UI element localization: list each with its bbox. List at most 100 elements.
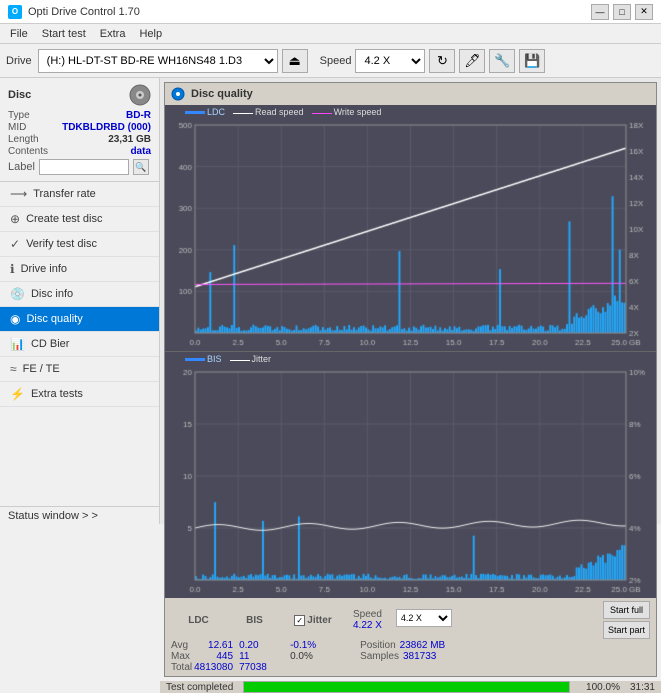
- upper-legend: LDC Read speed Write speed: [185, 107, 381, 117]
- sidebar-item-disc-quality[interactable]: ◉ Disc quality: [0, 307, 159, 332]
- toolbar: Drive (H:) HL-DT-ST BD-RE WH16NS48 1.D3 …: [0, 44, 661, 78]
- bis-max: 11: [239, 651, 284, 662]
- extra-tests-icon: ⚡: [10, 387, 25, 401]
- sidebar: Disc Type BD-R MID TDKBLDRBD (000) Lengt…: [0, 78, 160, 524]
- drive-select[interactable]: (H:) HL-DT-ST BD-RE WH16NS48 1.D3: [38, 49, 278, 73]
- jitter-max: 0.0%: [290, 651, 350, 662]
- status-window-label: Status window > >: [8, 510, 98, 522]
- disc-info-label: Disc info: [31, 288, 73, 300]
- ldc-header: LDC: [188, 615, 209, 626]
- eject-button[interactable]: ⏏: [282, 49, 308, 73]
- disc-panel: Disc Type BD-R MID TDKBLDRBD (000) Lengt…: [0, 78, 159, 182]
- sidebar-item-verify-test-disc[interactable]: ✓ Verify test disc: [0, 232, 159, 257]
- refresh-button[interactable]: ↻: [429, 49, 455, 73]
- extra-tests-label: Extra tests: [31, 388, 83, 400]
- lower-chart: [165, 352, 656, 598]
- status-text: Test completed: [166, 682, 233, 693]
- sidebar-item-transfer-rate[interactable]: ⟶ Transfer rate: [0, 182, 159, 207]
- disc-icon: [129, 84, 151, 106]
- nav-items-container: ⟶ Transfer rate ⊕ Create test disc ✓ Ver…: [0, 182, 159, 407]
- tool1-button[interactable]: 🖊: [459, 49, 485, 73]
- ldc-avg: 12.61: [208, 640, 233, 651]
- dq-header: Disc quality: [165, 83, 656, 105]
- bottom-bar: Test completed 100.0% 31:31: [160, 681, 661, 693]
- bis-total: 77038: [239, 662, 284, 673]
- status-window-button[interactable]: Status window > >: [0, 506, 159, 524]
- transfer-rate-icon: ⟶: [10, 187, 27, 201]
- sidebar-item-extra-tests[interactable]: ⚡ Extra tests: [0, 382, 159, 407]
- label-icon-btn[interactable]: 🔍: [133, 159, 149, 175]
- ldc-total: 4813080: [194, 662, 233, 673]
- verify-test-disc-icon: ✓: [10, 237, 20, 251]
- speed-info-label: Speed: [353, 609, 382, 620]
- create-test-disc-label: Create test disc: [26, 213, 102, 225]
- transfer-rate-label: Transfer rate: [33, 188, 96, 200]
- title-bar: O Opti Drive Control 1.70 — □ ✕: [0, 0, 661, 24]
- menu-help[interactable]: Help: [133, 27, 168, 41]
- length-label: Length: [8, 134, 39, 145]
- speed-info-val: 4.22 X: [353, 620, 382, 631]
- total-label: Total: [171, 662, 192, 673]
- progress-text: 100.0%: [580, 682, 620, 693]
- sidebar-item-cd-bier[interactable]: 📊 CD Bier: [0, 332, 159, 357]
- mid-value: TDKBLDRBD (000): [62, 122, 151, 133]
- save-button[interactable]: 💾: [519, 49, 545, 73]
- drive-info-label: Drive info: [21, 263, 67, 275]
- fe-te-icon: ≈: [10, 362, 17, 376]
- mid-label: MID: [8, 122, 26, 133]
- disc-info-icon: 💿: [10, 287, 25, 301]
- start-buttons: Start full Start part: [603, 601, 650, 639]
- speed-select-stats[interactable]: 4.2 X: [396, 609, 452, 627]
- menu-file[interactable]: File: [4, 27, 34, 41]
- samples-val: 381733: [403, 651, 436, 662]
- jitter-checkbox[interactable]: ✓: [294, 615, 305, 626]
- contents-label: Contents: [8, 146, 48, 157]
- position-val: 23862 MB: [400, 640, 446, 651]
- label-input[interactable]: [39, 159, 129, 175]
- ldc-max: 445: [216, 651, 233, 662]
- bis-avg: 0.20: [239, 640, 284, 651]
- avg-label: Avg: [171, 640, 188, 651]
- create-test-disc-icon: ⊕: [10, 212, 20, 226]
- jitter-avg: -0.1%: [290, 640, 350, 651]
- lower-legend: BIS Jitter: [185, 354, 271, 364]
- start-part-button[interactable]: Start part: [603, 621, 650, 639]
- app-icon: O: [8, 5, 22, 19]
- sidebar-item-create-test-disc[interactable]: ⊕ Create test disc: [0, 207, 159, 232]
- label-label: Label: [8, 161, 35, 173]
- menu-extra[interactable]: Extra: [94, 27, 132, 41]
- disc-quality-panel: Disc quality LDC Read speed: [164, 82, 657, 677]
- dq-icon: [171, 87, 185, 101]
- samples-label: Samples: [360, 651, 399, 662]
- speed-select[interactable]: 4.2 X: [355, 49, 425, 73]
- contents-value[interactable]: data: [130, 146, 151, 157]
- type-label: Type: [8, 110, 30, 121]
- bis-header: BIS: [246, 615, 263, 626]
- cd-bier-icon: 📊: [10, 337, 25, 351]
- speed-label: Speed: [320, 55, 352, 67]
- sidebar-item-drive-info[interactable]: ℹ Drive info: [0, 257, 159, 282]
- disc-quality-icon: ◉: [10, 312, 20, 326]
- disc-header-text: Disc: [8, 89, 31, 101]
- menu-bar: File Start test Extra Help: [0, 24, 661, 44]
- sidebar-item-disc-info[interactable]: 💿 Disc info: [0, 282, 159, 307]
- start-full-button[interactable]: Start full: [603, 601, 650, 619]
- position-label: Position: [360, 640, 396, 651]
- time-text: 31:31: [630, 682, 655, 693]
- fe-te-label: FE / TE: [23, 363, 60, 375]
- minimize-button[interactable]: —: [591, 4, 609, 20]
- verify-test-disc-label: Verify test disc: [26, 238, 97, 250]
- menu-start-test[interactable]: Start test: [36, 27, 92, 41]
- disc-quality-label: Disc quality: [26, 313, 82, 325]
- close-button[interactable]: ✕: [635, 4, 653, 20]
- tool2-button[interactable]: 🔧: [489, 49, 515, 73]
- progress-bar: [243, 681, 570, 693]
- stats-section: LDC BIS ✓ Jitter: [165, 598, 656, 676]
- dq-title: Disc quality: [191, 88, 253, 100]
- max-label: Max: [171, 651, 190, 662]
- sidebar-item-fe-te[interactable]: ≈ FE / TE: [0, 357, 159, 382]
- main-area: Disc Type BD-R MID TDKBLDRBD (000) Lengt…: [0, 78, 661, 524]
- drive-label: Drive: [6, 55, 32, 67]
- drive-info-icon: ℹ: [10, 262, 15, 276]
- maximize-button[interactable]: □: [613, 4, 631, 20]
